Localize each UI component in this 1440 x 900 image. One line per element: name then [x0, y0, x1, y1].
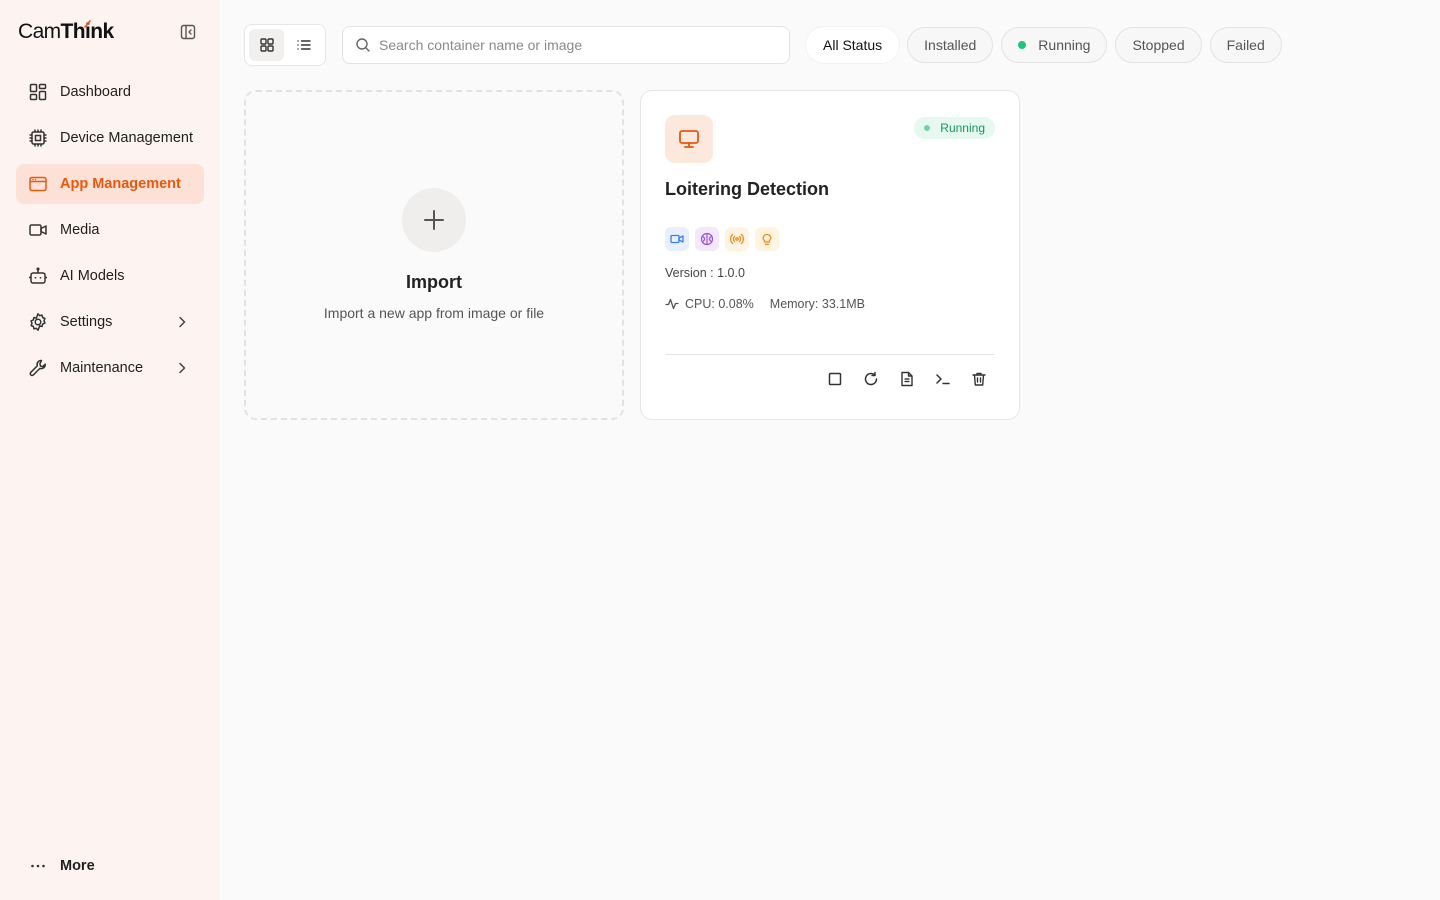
sidebar-item-device-management[interactable]: Device Management — [16, 118, 204, 158]
app-window-icon — [28, 174, 48, 194]
sidebar-item-label: AI Models — [60, 268, 125, 284]
brand-name: CamThink — [18, 20, 114, 43]
delete-button[interactable] — [969, 369, 989, 389]
sidebar-item-settings[interactable]: Settings — [16, 302, 204, 342]
activity-icon — [665, 297, 679, 311]
status-badge: Running — [914, 117, 995, 139]
restart-icon — [864, 371, 878, 386]
video-camera-icon — [28, 220, 48, 240]
filter-failed[interactable]: Failed — [1209, 27, 1282, 63]
search-icon — [356, 38, 370, 52]
sidebar-item-label: Maintenance — [60, 360, 144, 376]
filter-label: All Status — [823, 37, 883, 53]
filter-label: Running — [1038, 37, 1091, 53]
gear-icon — [28, 312, 48, 332]
memory-usage: Memory: 33.1MB — [769, 297, 865, 311]
ai-brain-icon — [695, 227, 719, 251]
restart-button[interactable] — [861, 369, 881, 389]
logs-icon — [901, 371, 913, 387]
sidebar-nav: Dashboard Device Management App Manageme… — [16, 72, 204, 394]
brand-spark-icon — [84, 20, 91, 28]
filter-stopped[interactable]: Stopped — [1115, 27, 1202, 63]
capability-tags — [665, 227, 779, 251]
dashboard-grid-icon — [28, 82, 48, 102]
running-status-dot — [1018, 41, 1027, 49]
chip-icon — [28, 128, 48, 148]
chevron-right-icon — [179, 362, 186, 374]
search-box — [342, 26, 790, 64]
app-version: Version : 1.0.0 — [665, 266, 745, 280]
sidebar-collapse-icon[interactable] — [178, 22, 198, 42]
filter-label: Installed — [924, 37, 977, 53]
status-dot — [924, 125, 931, 131]
terminal-icon — [936, 374, 950, 385]
robot-icon — [28, 266, 48, 286]
stop-icon — [828, 372, 842, 386]
status-label: Running — [940, 121, 985, 135]
import-app-card[interactable]: Import Import a new app from image or fi… — [244, 90, 624, 420]
plus-icon — [402, 188, 466, 252]
sidebar-item-label: Device Management — [60, 130, 193, 146]
grid-view-button[interactable] — [249, 29, 284, 61]
list-view-icon — [296, 40, 311, 50]
card-divider — [665, 354, 995, 355]
list-view-button[interactable] — [286, 29, 321, 61]
wrench-icon — [28, 358, 48, 378]
more-dots-icon — [28, 856, 48, 876]
terminal-button[interactable] — [933, 369, 953, 389]
status-filters: All Status Installed Running Stopped Fai… — [806, 27, 1282, 63]
broadcast-icon — [725, 227, 749, 251]
lightbulb-icon — [755, 227, 779, 251]
view-mode-toggle — [244, 24, 326, 66]
sidebar-item-dashboard[interactable]: Dashboard — [16, 72, 204, 112]
filter-all-status[interactable]: All Status — [806, 27, 900, 63]
app-actions — [825, 369, 989, 389]
app-title: Loitering Detection — [665, 179, 830, 199]
sidebar-item-label: App Management — [60, 176, 181, 192]
import-subtitle: Import a new app from image or file — [323, 305, 545, 321]
logs-button[interactable] — [897, 369, 917, 389]
import-title: Import — [406, 272, 462, 292]
filter-running[interactable]: Running — [1001, 27, 1108, 63]
filter-label: Failed — [1226, 37, 1265, 53]
sidebar-item-maintenance[interactable]: Maintenance — [16, 348, 204, 388]
grid-view-icon — [259, 38, 274, 52]
more-label: More — [60, 858, 95, 874]
sidebar: CamThink Dashboard Device Management App… — [0, 0, 220, 900]
search-input[interactable] — [379, 37, 779, 53]
filter-label: Stopped — [1132, 37, 1185, 53]
video-camera-icon — [665, 227, 689, 251]
filter-installed[interactable]: Installed — [907, 27, 994, 63]
brand-logo[interactable]: CamThink — [18, 18, 114, 46]
monitor-icon — [665, 115, 713, 163]
sidebar-item-label: Dashboard — [60, 84, 131, 100]
sidebar-item-ai-models[interactable]: AI Models — [16, 256, 204, 296]
app-card[interactable]: Running Loitering Detection Version : 1.… — [640, 90, 1020, 420]
sidebar-item-media[interactable]: Media — [16, 210, 204, 250]
resource-metrics: CPU: 0.08% Memory: 33.1MB — [665, 297, 865, 311]
chevron-right-icon — [179, 316, 186, 328]
sidebar-item-label: Media — [60, 222, 100, 238]
sidebar-item-app-management[interactable]: App Management — [16, 164, 204, 204]
trash-icon — [972, 372, 986, 386]
sidebar-item-label: Settings — [60, 314, 113, 330]
more-button[interactable]: More — [16, 846, 204, 886]
cpu-usage: CPU: 0.08% — [685, 297, 754, 311]
stop-button[interactable] — [825, 369, 845, 389]
